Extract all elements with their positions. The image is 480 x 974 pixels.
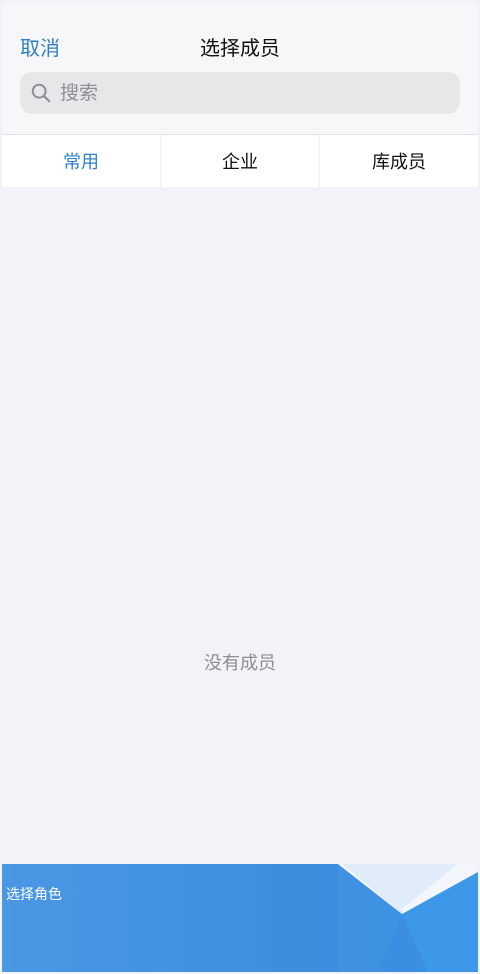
empty-state-text: 没有成员 xyxy=(204,653,276,674)
app-frame: 取消 选择成员 常用 企业 库成员 没有成员 选择角色 xyxy=(2,2,478,972)
tab-bar: 常用 企业 库成员 xyxy=(2,135,478,187)
header: 取消 选择成员 xyxy=(2,2,478,135)
tab-library-members[interactable]: 库成员 xyxy=(320,135,478,187)
select-role-bar[interactable]: 选择角色 xyxy=(2,864,478,972)
tab-enterprise[interactable]: 企业 xyxy=(161,135,320,187)
member-list: 没有成员 xyxy=(2,187,478,864)
tab-frequent[interactable]: 常用 xyxy=(2,135,161,187)
search-icon xyxy=(31,83,51,103)
page-title: 选择成员 xyxy=(200,36,280,60)
decorative-chevron-graphic xyxy=(338,864,478,972)
search-bar[interactable] xyxy=(20,72,460,114)
search-input[interactable] xyxy=(58,81,452,105)
select-role-label: 选择角色 xyxy=(6,887,62,903)
